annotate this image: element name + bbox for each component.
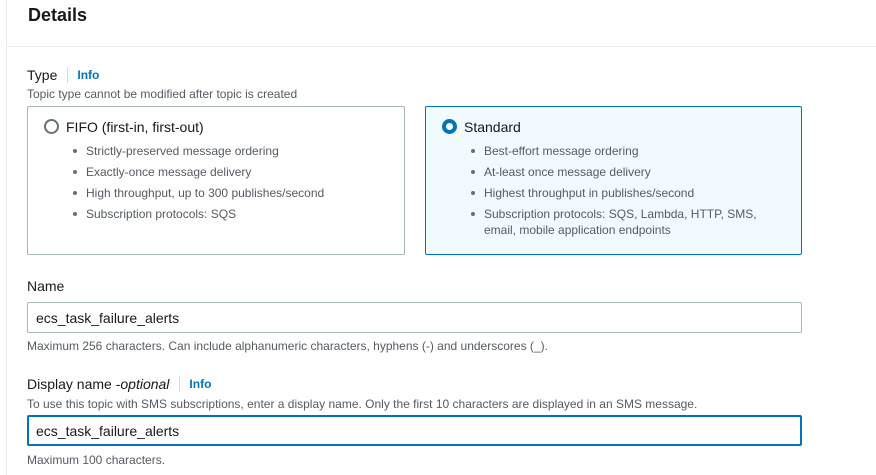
details-title: Details bbox=[28, 5, 88, 25]
display-name-description: To use this topic with SMS subscriptions… bbox=[27, 397, 698, 411]
list-item: Highest throughput in publishes/second bbox=[470, 185, 780, 201]
display-name-label: Display name - bbox=[27, 376, 121, 392]
name-input[interactable] bbox=[27, 302, 802, 333]
details-header: Details bbox=[7, 0, 876, 47]
name-constraint: Maximum 256 characters. Can include alph… bbox=[27, 339, 548, 353]
list-item: At-least once message delivery bbox=[470, 164, 780, 180]
divider bbox=[179, 376, 181, 392]
standard-title: Standard bbox=[464, 119, 521, 135]
name-label-row: Name bbox=[27, 278, 64, 294]
display-name-constraint: Maximum 100 characters. bbox=[27, 453, 166, 467]
list-item: Strictly-preserved message ordering bbox=[72, 143, 324, 159]
type-label-row: Type Info bbox=[27, 67, 99, 83]
type-description: Topic type cannot be modified after topi… bbox=[27, 87, 298, 101]
name-label: Name bbox=[27, 278, 65, 294]
list-item: Subscription protocols: SQS, Lambda, HTT… bbox=[470, 206, 780, 238]
list-item: High throughput, up to 300 publishes/sec… bbox=[72, 185, 324, 201]
list-item: Best-effort message ordering bbox=[470, 143, 780, 159]
list-item: Exactly-once message delivery bbox=[72, 164, 324, 180]
display-name-label-row: Display name - optional Info bbox=[27, 376, 211, 392]
fifo-radio[interactable] bbox=[44, 119, 59, 134]
standard-radio[interactable] bbox=[442, 119, 457, 134]
display-name-input[interactable] bbox=[27, 415, 802, 446]
optional-tag: optional bbox=[120, 376, 170, 392]
type-label: Type bbox=[27, 67, 58, 83]
standard-features-list: Best-effort message ordering At-least on… bbox=[470, 143, 780, 243]
list-item: Subscription protocols: SQS bbox=[72, 206, 324, 222]
fifo-title: FIFO (first-in, first-out) bbox=[66, 119, 204, 135]
fifo-features-list: Strictly-preserved message ordering Exac… bbox=[72, 143, 324, 227]
standard-option-card[interactable]: Standard Best-effort message ordering At… bbox=[425, 106, 802, 255]
display-name-info-link[interactable]: Info bbox=[189, 377, 211, 391]
fifo-option-card[interactable]: FIFO (first-in, first-out) Strictly-pres… bbox=[27, 106, 405, 255]
divider bbox=[67, 67, 69, 83]
type-info-link[interactable]: Info bbox=[77, 68, 99, 82]
